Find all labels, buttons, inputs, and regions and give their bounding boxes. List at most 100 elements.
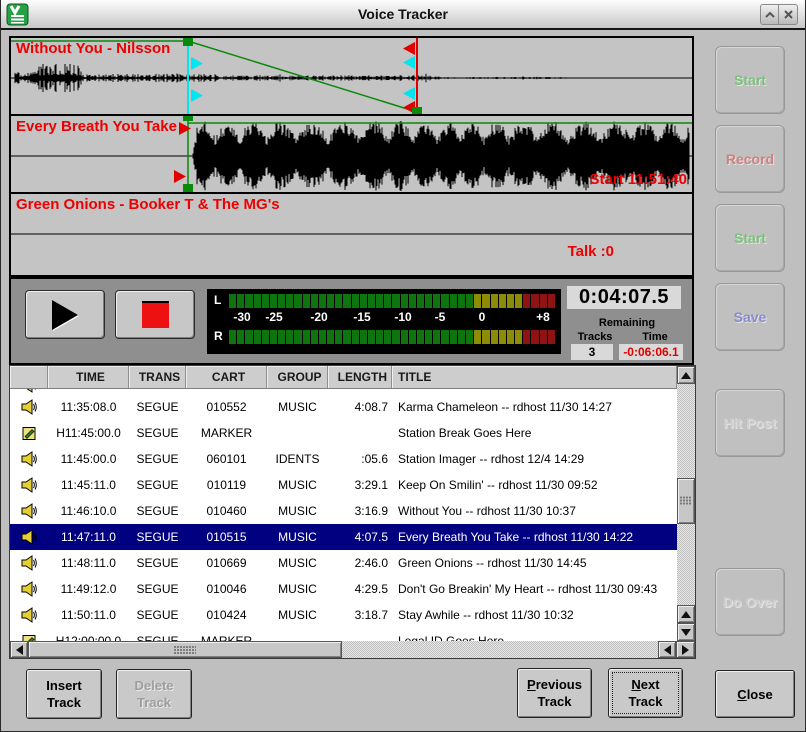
row-cell: H12:00:00.0 <box>48 634 129 641</box>
row-cell: MUSIC <box>267 400 328 414</box>
meter-tick-label: -15 <box>353 310 370 324</box>
scroll-right-button[interactable] <box>676 641 695 658</box>
insert-track-button[interactable]: Insert Track <box>26 669 102 719</box>
meter-segment <box>343 294 350 308</box>
meter-tick-label: -30 <box>233 310 250 324</box>
table-row[interactable]: 11:46:10.0SEGUE010460MUSIC3:16.9Without … <box>10 498 677 524</box>
meter-segment <box>458 294 465 308</box>
window-title: Voice Tracker <box>1 0 805 28</box>
row-cell: 4:07.5 <box>328 530 392 544</box>
save-button[interactable]: Save <box>715 283 785 351</box>
vertical-scrollbar[interactable] <box>677 366 695 641</box>
table-row[interactable]: 11:47:11.0SEGUE010515MUSIC4:07.5Every Br… <box>10 524 677 550</box>
segue-marker-handle <box>191 89 203 102</box>
delete-track-label2: Track <box>137 694 171 711</box>
table-row[interactable]: H12:00:00.0SEGUEMARKERLegal ID Goes Here <box>10 628 677 641</box>
column-header-trans[interactable]: TRANS <box>129 366 186 388</box>
meter-segment <box>270 294 277 308</box>
meter-segment <box>245 330 252 344</box>
row-cell: SEGUE <box>129 556 186 570</box>
scroll-left-button-2[interactable] <box>658 641 676 658</box>
previous-track-button[interactable]: Previous Track <box>517 668 592 718</box>
scroll-up-button-2[interactable] <box>677 605 695 623</box>
row-cell: Don't Go Breakin' My Heart -- rdhost 11/… <box>392 582 677 596</box>
column-header-length[interactable]: LENGTH <box>328 366 392 388</box>
transport-panel: L -30-25-20-15-10-50+8 R 0:04:07.5 Remai… <box>9 277 694 365</box>
record-button[interactable]: Record <box>715 125 785 193</box>
table-row[interactable]: H11:45:00.0SEGUEMARKERStation Break Goes… <box>10 420 677 446</box>
row-type-icon-cell <box>10 477 48 493</box>
talk-time-label: Talk :0 <box>568 243 614 260</box>
close-window-icon[interactable] <box>779 4 798 25</box>
row-cell: 11:49:12.0 <box>48 582 129 596</box>
column-header-time[interactable]: TIME <box>48 366 129 388</box>
delete-track-label: Delete <box>134 677 173 694</box>
row-cell: 11:47:11.0 <box>48 530 129 544</box>
speaker-icon <box>21 477 38 493</box>
scroll-left-button[interactable] <box>10 641 28 658</box>
scroll-up-button[interactable] <box>677 366 695 384</box>
log-header: TIMETRANSCARTGROUPLENGTHTITLE <box>10 366 677 389</box>
vertical-scrollbar-thumb[interactable] <box>677 478 695 524</box>
table-row[interactable]: 11:45:11.0SEGUE010119MUSIC3:29.1Keep On … <box>10 472 677 498</box>
horizontal-scrollbar-thumb[interactable] <box>28 641 342 658</box>
meter-segment <box>450 294 457 308</box>
play-button[interactable] <box>25 290 105 339</box>
row-cell: Stay Awhile -- rdhost 11/30 10:32 <box>392 608 677 622</box>
table-row[interactable]: 11:49:12.0SEGUE010046MUSIC4:29.5Don't Go… <box>10 576 677 602</box>
waveform-panel: Without You - Nilsson Every Breath You T… <box>9 36 694 277</box>
track-3-waveform[interactable]: Green Onions - Booker T & The MG's Talk … <box>11 194 692 271</box>
column-header-icon[interactable] <box>10 366 48 388</box>
do-over-button[interactable]: Do Over <box>715 568 785 636</box>
elapsed-time-display: 0:04:07.5 <box>567 286 681 309</box>
scroll-down-button[interactable] <box>677 623 695 641</box>
horizontal-scrollbar[interactable] <box>10 641 695 658</box>
meter-segment <box>441 294 448 308</box>
meter-segment <box>401 294 408 308</box>
row-cell: MUSIC <box>267 478 328 492</box>
track-2-waveform[interactable]: Every Breath You Take Start 11:51:40 <box>11 116 692 194</box>
meter-segment <box>548 330 555 344</box>
meter-segment <box>229 294 236 308</box>
start-2-button[interactable]: Start <box>715 204 785 272</box>
meter-segment <box>425 294 432 308</box>
remaining-tracks-label: Tracks <box>571 331 619 343</box>
speaker-icon <box>21 399 38 415</box>
table-row[interactable]: 11:35:08.0SEGUE010552MUSIC4:08.7Karma Ch… <box>10 394 677 420</box>
meter-segment <box>491 294 498 308</box>
table-row-clipped[interactable] <box>10 389 677 394</box>
close-button[interactable]: Close <box>715 670 795 718</box>
row-cell: 11:48:11.0 <box>48 556 129 570</box>
row-cell: MUSIC <box>267 608 328 622</box>
insert-track-label: Insert <box>46 677 81 694</box>
meter-segment <box>441 330 448 344</box>
meter-segment <box>343 330 350 344</box>
column-header-cart[interactable]: CART <box>186 366 267 388</box>
next-track-button[interactable]: Next Track <box>608 668 683 718</box>
row-cell: SEGUE <box>129 582 186 596</box>
track-2-title: Every Breath You Take <box>16 118 177 135</box>
column-header-title[interactable]: TITLE <box>392 366 677 388</box>
meter-segment <box>270 330 277 344</box>
stop-button[interactable] <box>115 290 195 339</box>
row-type-icon-cell <box>10 581 48 597</box>
column-header-group[interactable]: GROUP <box>267 366 328 388</box>
row-cell: H11:45:00.0 <box>48 426 129 440</box>
meter-segment <box>360 294 367 308</box>
track-1-waveform[interactable]: Without You - Nilsson <box>11 38 692 116</box>
delete-track-button[interactable]: Delete Track <box>116 669 192 719</box>
start-1-button[interactable]: Start <box>715 46 785 114</box>
audio-level-meter: L -30-25-20-15-10-50+8 R <box>207 289 561 354</box>
shade-window-icon[interactable] <box>760 4 779 25</box>
table-row[interactable]: 11:50:11.0SEGUE010424MUSIC3:18.7Stay Awh… <box>10 602 677 628</box>
play-icon <box>52 300 78 330</box>
table-row[interactable]: 11:45:00.0SEGUE060101IDENTS:05.6Station … <box>10 446 677 472</box>
meter-scale: -30-25-20-15-10-50+8 <box>229 310 555 326</box>
marker-icon <box>22 425 37 441</box>
horizontal-scrollbar-track[interactable] <box>342 641 658 658</box>
row-cell: Karma Chameleon -- rdhost 11/30 14:27 <box>392 400 677 414</box>
hit-post-button[interactable]: Hit Post <box>715 389 785 457</box>
row-type-icon-cell <box>10 529 48 545</box>
meter-tick-label: +8 <box>536 310 550 324</box>
table-row[interactable]: 11:48:11.0SEGUE010669MUSIC2:46.0Green On… <box>10 550 677 576</box>
